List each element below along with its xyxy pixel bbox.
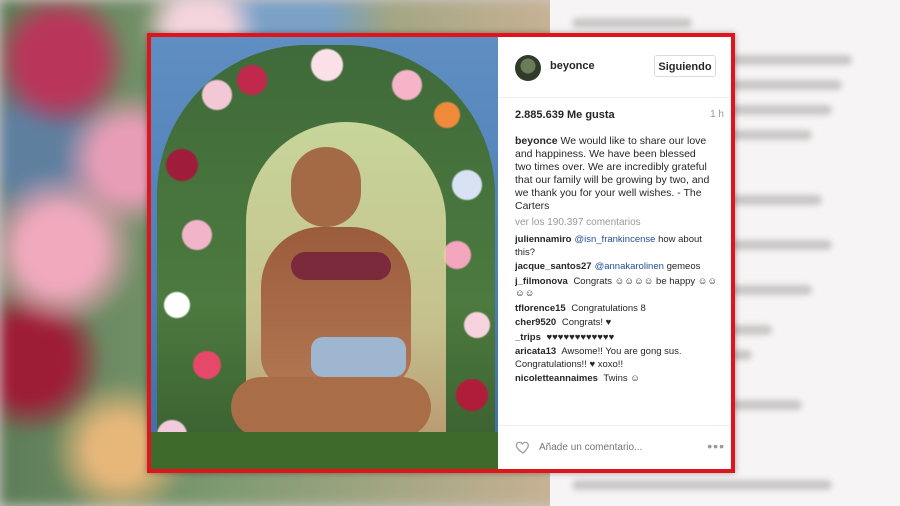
username[interactable]: beyonce bbox=[550, 60, 595, 72]
portrait-legs bbox=[231, 377, 431, 437]
instagram-post-frame: beyonce Siguiendo 2.885.639 Me gusta 1 h… bbox=[147, 33, 735, 473]
post-footer: ••• bbox=[498, 425, 731, 470]
comment-item: aricata13 Awsome!! You are gong sus. Con… bbox=[515, 346, 720, 371]
comments-list[interactable]: juliennamiro @isn_frankincense how about … bbox=[515, 234, 720, 422]
comment-item: cher9520 Congrats! ♥ bbox=[515, 317, 720, 330]
comment-item: juliennamiro @isn_frankincense how about … bbox=[515, 234, 720, 259]
post-caption: beyonce We would like to share our love … bbox=[515, 135, 715, 213]
more-options-icon[interactable]: ••• bbox=[707, 438, 725, 454]
comment-item: jacque_santos27 @annakarolinen gemeos bbox=[515, 261, 720, 274]
comment-mention[interactable]: @annakarolinen bbox=[595, 261, 664, 272]
post-side-panel: beyonce Siguiendo 2.885.639 Me gusta 1 h… bbox=[498, 37, 731, 469]
comment-mention[interactable]: @isn_frankincense bbox=[574, 234, 655, 245]
comment-text: gemeos bbox=[666, 261, 701, 272]
comment-author[interactable]: jacque_santos27 bbox=[515, 261, 592, 272]
comment-author[interactable]: j_filmonova bbox=[515, 276, 568, 287]
grass bbox=[151, 432, 498, 469]
comment-author[interactable]: _trips bbox=[515, 332, 541, 343]
comment-item: j_filmonova Congrats ☺☺☺☺ be happy ☺☺☺☺ bbox=[515, 276, 720, 301]
comment-author[interactable]: nicoletteannaimes bbox=[515, 373, 598, 384]
comment-text: ♥♥♥♥♥♥♥♥♥♥♥♥ bbox=[546, 331, 615, 343]
post-header: beyonce Siguiendo bbox=[498, 37, 731, 98]
comment-author[interactable]: juliennamiro bbox=[515, 234, 571, 245]
caption-author[interactable]: beyonce bbox=[515, 135, 558, 147]
post-time: 1 h bbox=[710, 109, 724, 120]
comment-author[interactable]: aricata13 bbox=[515, 346, 556, 357]
portrait-top bbox=[291, 252, 391, 280]
comment-text: Congrats! ♥ bbox=[561, 317, 612, 328]
portrait-head bbox=[291, 147, 361, 227]
heart-icon[interactable] bbox=[515, 439, 531, 455]
comment-author[interactable]: tflorence15 bbox=[515, 303, 566, 314]
comment-author[interactable]: cher9520 bbox=[515, 317, 556, 328]
likes-count[interactable]: 2.885.639 Me gusta bbox=[515, 109, 615, 121]
portrait-shorts bbox=[311, 337, 406, 377]
following-button[interactable]: Siguiendo bbox=[654, 55, 716, 77]
avatar[interactable] bbox=[515, 55, 541, 81]
comment-text: Congratulations 8 bbox=[571, 302, 646, 314]
comment-item: _trips ♥♥♥♥♥♥♥♥♥♥♥♥ bbox=[515, 332, 720, 345]
post-photo[interactable] bbox=[151, 37, 498, 469]
view-all-comments-link[interactable]: ver los 190.397 comentarios bbox=[515, 217, 641, 228]
comment-text: Twins ☺ bbox=[603, 373, 640, 384]
comment-item: nicoletteannaimes Twins ☺ bbox=[515, 373, 720, 386]
comment-item: tflorence15 Congratulations 8 bbox=[515, 303, 720, 316]
add-comment-input[interactable] bbox=[539, 440, 689, 454]
